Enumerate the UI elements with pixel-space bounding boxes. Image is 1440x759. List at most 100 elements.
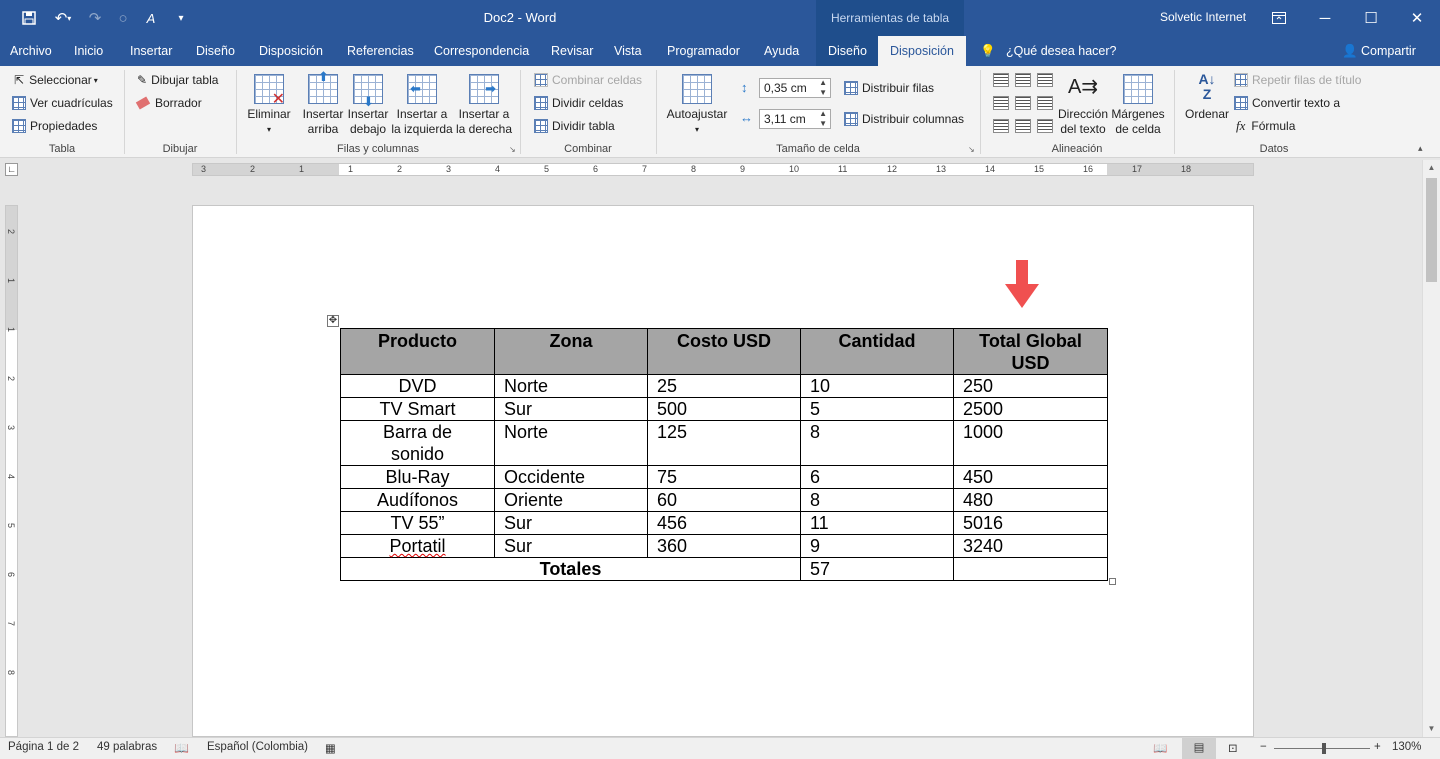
table-cell[interactable]: 8 bbox=[800, 420, 954, 466]
split-table-button[interactable]: Dividir tabla bbox=[534, 116, 615, 136]
close-icon[interactable]: ✕ bbox=[1394, 0, 1440, 36]
tab-table-diseno[interactable]: Diseño bbox=[828, 36, 867, 66]
table-cell[interactable]: Sur bbox=[494, 511, 648, 535]
web-layout-icon[interactable]: ⊡ bbox=[1228, 741, 1238, 755]
table-cell[interactable]: Sur bbox=[494, 534, 648, 558]
read-mode-icon[interactable]: 📖 bbox=[1153, 741, 1167, 755]
distribute-rows-button[interactable]: Distribuir filas bbox=[844, 78, 934, 98]
tab-archivo[interactable]: Archivo bbox=[10, 36, 52, 66]
table-cell[interactable]: Barra de sonido bbox=[340, 420, 495, 466]
header-cantidad[interactable]: Cantidad bbox=[800, 328, 954, 375]
header-total-global[interactable]: Total Global USD bbox=[953, 328, 1108, 375]
table-cell[interactable]: 5 bbox=[800, 397, 954, 421]
table-cell[interactable]: Norte bbox=[494, 420, 648, 466]
totals-quantity-cell[interactable]: 57 bbox=[800, 557, 954, 581]
user-name[interactable]: Solvetic Internet bbox=[1160, 10, 1246, 24]
tab-programador[interactable]: Programador bbox=[667, 36, 740, 66]
distribute-columns-button[interactable]: Distribuir columnas bbox=[844, 109, 964, 129]
misspelled-word[interactable]: Portatil bbox=[389, 536, 445, 556]
table-cell[interactable]: 125 bbox=[647, 420, 801, 466]
table-cell[interactable]: 250 bbox=[953, 374, 1108, 398]
delete-button[interactable]: ✕ Eliminar ▾ bbox=[244, 74, 294, 137]
align-bottom-center-icon[interactable] bbox=[1015, 119, 1031, 133]
table-cell[interactable]: 480 bbox=[953, 488, 1108, 512]
zoom-slider-thumb[interactable] bbox=[1321, 743, 1326, 754]
align-bottom-right-icon[interactable] bbox=[1037, 119, 1053, 133]
header-zona[interactable]: Zona bbox=[494, 328, 648, 375]
table-cell[interactable]: 450 bbox=[953, 465, 1108, 489]
vertical-ruler[interactable]: 2 1 1 2 3 4 5 6 7 8 bbox=[5, 205, 18, 737]
table-cell[interactable]: Portatil bbox=[340, 534, 495, 558]
tab-selector[interactable]: ∟ bbox=[5, 163, 18, 176]
table-cell[interactable]: Sur bbox=[494, 397, 648, 421]
scroll-thumb[interactable] bbox=[1426, 178, 1437, 282]
column-width-input[interactable]: 3,11 cm ▲ ▼ bbox=[759, 109, 831, 129]
collapse-ribbon-icon[interactable]: ▴ bbox=[1418, 143, 1423, 154]
data-table[interactable]: Producto Zona Costo USD Cantidad Total G… bbox=[340, 328, 1108, 581]
eraser-button[interactable]: Borrador bbox=[135, 93, 202, 113]
row-height-input[interactable]: 0,35 cm ▲ ▼ bbox=[759, 78, 831, 98]
split-cells-button[interactable]: Dividir celdas bbox=[534, 93, 623, 113]
page-count[interactable]: Página 1 de 2 bbox=[8, 741, 79, 753]
tab-correspondencia[interactable]: Correspondencia bbox=[434, 36, 529, 66]
table-cell[interactable]: 8 bbox=[800, 488, 954, 512]
totals-label-cell[interactable]: Totales bbox=[340, 557, 801, 581]
sort-button[interactable]: A↓ Z Ordenar bbox=[1182, 72, 1232, 122]
draw-table-button[interactable]: ✎ Dibujar tabla bbox=[137, 70, 218, 90]
spinner-arrows-icon[interactable]: ▲ ▼ bbox=[819, 109, 827, 129]
align-middle-left-icon[interactable] bbox=[993, 96, 1009, 110]
print-layout-icon[interactable]: ▤ bbox=[1182, 738, 1216, 759]
document-page[interactable]: ✥ Producto Zona Costo USD Cantidad Total… bbox=[192, 205, 1254, 737]
tab-inicio[interactable]: Inicio bbox=[74, 36, 103, 66]
language[interactable]: Español (Colombia) bbox=[207, 741, 308, 753]
table-cell[interactable]: 500 bbox=[647, 397, 801, 421]
spinner-arrows-icon[interactable]: ▲ ▼ bbox=[819, 78, 827, 98]
table-cell[interactable]: 25 bbox=[647, 374, 801, 398]
tab-insertar[interactable]: Insertar bbox=[130, 36, 172, 66]
properties-button[interactable]: Propiedades bbox=[12, 116, 97, 136]
tab-diseno[interactable]: Diseño bbox=[196, 36, 235, 66]
convert-to-text-button[interactable]: Convertir texto a bbox=[1234, 93, 1340, 113]
cell-margins-button[interactable]: Márgenes de celda bbox=[1110, 74, 1166, 137]
insert-left-button[interactable]: ⬅ Insertar a la izquierda bbox=[390, 74, 454, 137]
table-cell[interactable]: 2500 bbox=[953, 397, 1108, 421]
table-cell[interactable]: 1000 bbox=[953, 420, 1108, 466]
zoom-slider[interactable] bbox=[1274, 743, 1370, 754]
align-middle-center-icon[interactable] bbox=[1015, 96, 1031, 110]
lightbulb-icon[interactable]: 💡 bbox=[980, 36, 996, 66]
table-resize-handle[interactable] bbox=[1109, 578, 1116, 585]
maximize-icon[interactable]: ☐ bbox=[1348, 0, 1394, 36]
table-cell[interactable]: Occidente bbox=[494, 465, 648, 489]
table-cell[interactable]: 60 bbox=[647, 488, 801, 512]
tab-ayuda[interactable]: Ayuda bbox=[764, 36, 799, 66]
scroll-up-icon[interactable]: ▲ bbox=[1423, 160, 1440, 176]
table-cell[interactable]: DVD bbox=[340, 374, 495, 398]
tab-table-disposicion[interactable]: Disposición bbox=[878, 36, 966, 66]
tab-revisar[interactable]: Revisar bbox=[551, 36, 593, 66]
table-cell[interactable]: 6 bbox=[800, 465, 954, 489]
select-button[interactable]: ⇱ Seleccionar ▾ bbox=[14, 70, 98, 90]
table-cell[interactable]: 5016 bbox=[953, 511, 1108, 535]
table-cell[interactable]: TV 55” bbox=[340, 511, 495, 535]
header-producto[interactable]: Producto bbox=[340, 328, 495, 375]
share-button[interactable]: Compartir bbox=[1361, 36, 1416, 66]
formula-button[interactable]: fx Fórmula bbox=[1236, 116, 1295, 136]
totals-global-cell[interactable] bbox=[953, 557, 1108, 581]
table-cell[interactable]: Audífonos bbox=[340, 488, 495, 512]
table-cell[interactable]: Oriente bbox=[494, 488, 648, 512]
table-cell[interactable]: 10 bbox=[800, 374, 954, 398]
insert-right-button[interactable]: ➡ Insertar a la derecha bbox=[454, 74, 514, 137]
table-cell[interactable]: 3240 bbox=[953, 534, 1108, 558]
table-cell[interactable]: 75 bbox=[647, 465, 801, 489]
align-bottom-left-icon[interactable] bbox=[993, 119, 1009, 133]
autofit-button[interactable]: Autoajustar ▾ bbox=[664, 74, 730, 137]
table-cell[interactable]: 360 bbox=[647, 534, 801, 558]
zoom-out-icon[interactable]: − bbox=[1260, 741, 1267, 753]
header-costo[interactable]: Costo USD bbox=[647, 328, 801, 375]
text-direction-button[interactable]: A⇉ Dirección del texto bbox=[1056, 72, 1110, 137]
align-middle-right-icon[interactable] bbox=[1037, 96, 1053, 110]
zoom-level[interactable]: 130% bbox=[1392, 741, 1421, 753]
minimize-icon[interactable]: ─ bbox=[1302, 0, 1348, 36]
table-cell[interactable]: TV Smart bbox=[340, 397, 495, 421]
scroll-down-icon[interactable]: ▼ bbox=[1423, 721, 1440, 737]
